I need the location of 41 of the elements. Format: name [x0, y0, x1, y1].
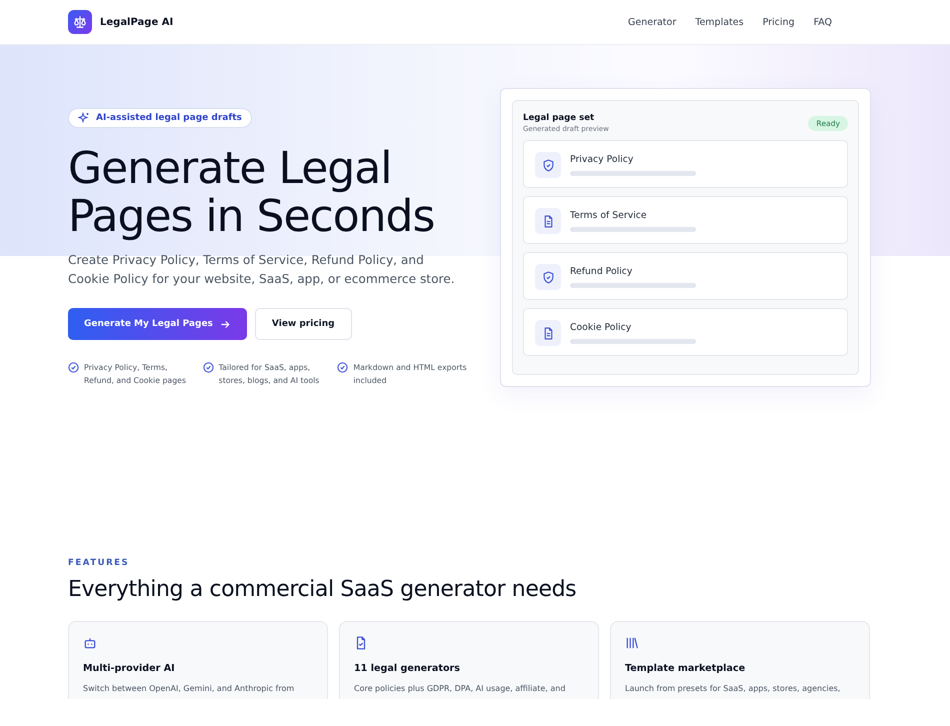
feature-title: Template marketplace	[625, 663, 746, 674]
nav-link[interactable]: Generator	[628, 16, 676, 28]
view-pricing-button[interactable]: View pricing	[254, 308, 352, 340]
page-name: Terms of Service	[570, 210, 648, 221]
page-row[interactable]: Cookie Policy	[523, 308, 848, 356]
scales-logo-icon	[68, 10, 92, 34]
preview-title: Legal page set	[523, 113, 596, 123]
feature-text: Core policies plus GDPR, DPA, AI usage, affiliate, and	[354, 684, 566, 693]
feature-title: 11 legal generators	[354, 663, 461, 674]
library-icon	[625, 636, 639, 650]
nav-link[interactable]: Pricing	[762, 16, 795, 28]
robot-icon	[83, 636, 97, 650]
page-name: Privacy Policy	[570, 154, 634, 165]
sparkles-icon	[78, 112, 90, 124]
document-icon	[542, 326, 554, 340]
check-circle-icon	[337, 362, 348, 373]
feature-text: Switch between OpenAI, Gemini, and Anthropic from	[83, 684, 296, 693]
shield-icon	[542, 270, 554, 284]
hero-badge: AI-assisted legal page drafts	[68, 108, 252, 128]
document-icon	[542, 214, 554, 228]
hero-subtitle: Create Privacy Policy, Terms of Service, Refund Policy, and Cookie Policy for your website, SaaS, app, or ecommerce store.	[68, 252, 456, 288]
nav-link[interactable]: Templates	[695, 16, 744, 28]
shield-icon	[542, 158, 554, 172]
hero-title: Generate Legal	[68, 145, 392, 193]
brand-name[interactable]: LegalPage AI	[100, 16, 174, 28]
hero-title: Pages in Seconds	[68, 193, 434, 241]
nav-link[interactable]: FAQ	[814, 16, 832, 28]
feature-text: Launch from presets for SaaS, apps, stores, agencies,	[625, 684, 842, 693]
file-check-icon	[354, 636, 368, 650]
page-name: Refund Policy	[570, 266, 634, 277]
section-title: Everything a commercial SaaS generator needs	[68, 577, 578, 602]
section-eyebrow: FEATURES	[68, 558, 130, 568]
check-circle-icon	[202, 362, 214, 373]
page-row[interactable]: Refund Policy	[523, 252, 848, 300]
arrow-right-icon	[220, 318, 231, 330]
page-row[interactable]: Terms of Service	[523, 196, 848, 244]
page-row[interactable]: Privacy Policy	[523, 140, 848, 188]
page-name: Cookie Policy	[570, 322, 632, 333]
check-circle-icon	[68, 362, 79, 373]
feature-title: Multi-provider AI	[83, 663, 176, 674]
generate-button[interactable]: Generate My Legal Pages	[68, 308, 247, 340]
